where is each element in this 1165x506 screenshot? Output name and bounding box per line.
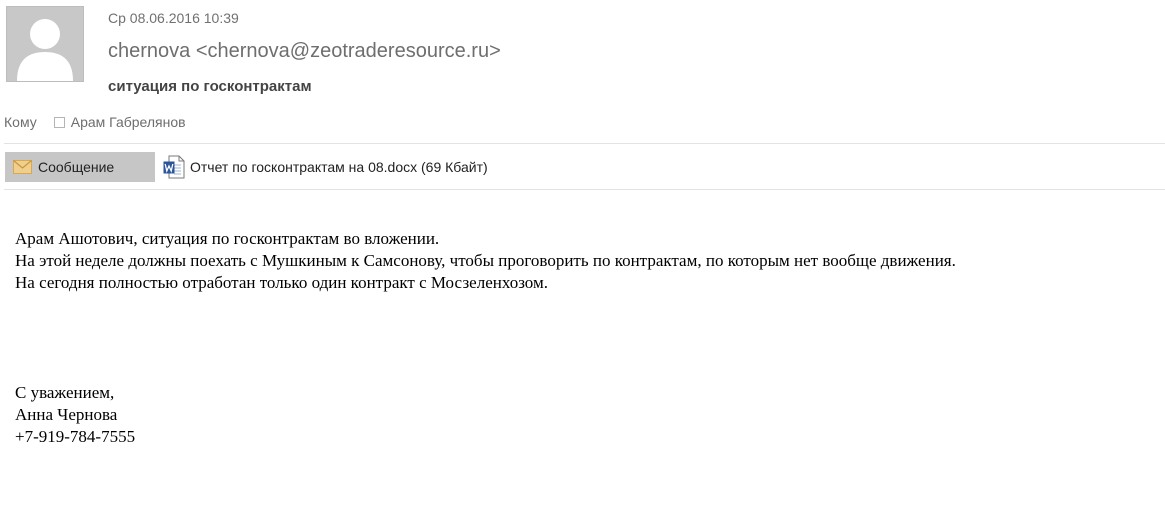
message-tab[interactable]: Сообщение [5,152,155,182]
signature-closing: С уважением, [15,383,115,402]
signature-name: Анна Чернова [15,405,118,424]
email-subject: ситуация по госконтрактам [108,78,312,95]
header-divider [4,143,1165,144]
attachments-divider [4,189,1165,190]
email-body: Арам Ашотович, ситуация по госконтрактам… [15,228,1155,294]
body-line: На этой неделе должны поехать с Мушкиным… [15,251,956,270]
body-line: На сегодня полностью отработан только од… [15,273,548,292]
envelope-icon [13,160,32,174]
recipient-name[interactable]: Арам Габрелянов [71,114,186,130]
recipients-row: Кому Арам Габрелянов [4,112,186,132]
recipient-checkbox[interactable] [53,116,65,128]
attachment-label: Отчет по госконтрактам на 08.docx (69 Кб… [190,159,488,175]
sender-avatar [6,6,84,82]
email-signature: С уважением, Анна Чернова +7-919-784-755… [15,382,135,448]
sender-address[interactable]: chernova <chernova@zeotraderesource.ru> [108,40,501,63]
signature-phone: +7-919-784-7555 [15,427,136,446]
to-label: Кому [4,114,37,130]
word-document-icon [163,155,185,179]
person-silhouette-icon [7,7,83,81]
message-tab-label: Сообщение [38,159,115,175]
sent-datetime: Ср 08.06.2016 10:39 [108,10,239,26]
body-line: Арам Ашотович, ситуация по госконтрактам… [15,229,440,248]
attachment-item[interactable]: Отчет по госконтрактам на 08.docx (69 Кб… [163,154,488,180]
